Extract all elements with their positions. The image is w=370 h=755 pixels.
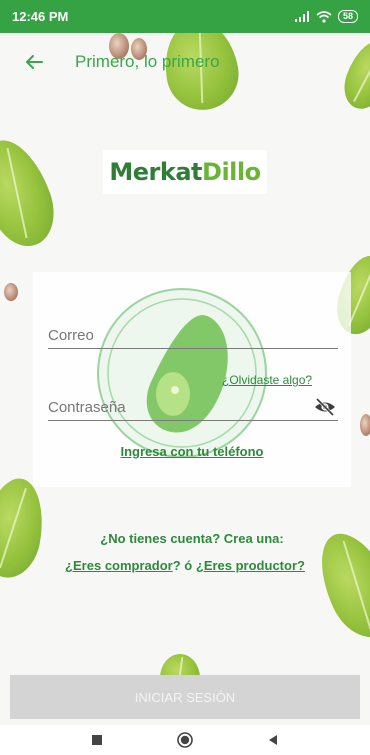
phone-login-row: Ingresa con tu teléfono — [0, 444, 370, 459]
signup-separator: ó — [184, 558, 193, 573]
background-seed — [4, 283, 18, 301]
logo-wordmark: MerkatDillo — [103, 150, 267, 194]
buyer-signup-link[interactable]: ¿Eres comprador — [65, 558, 173, 573]
password-input[interactable] — [48, 399, 338, 420]
password-field[interactable] — [48, 394, 338, 421]
background-seed — [360, 414, 370, 436]
buyer-label: comprador — [104, 558, 173, 573]
wifi-icon — [316, 10, 332, 23]
signup-options: ¿Eres comprador? ó ¿Eres productor? — [0, 558, 370, 573]
logo-text-merkat: Merkat — [109, 158, 203, 186]
recents-button[interactable] — [88, 731, 106, 749]
status-bar: 12:46 PM 58 — [0, 0, 370, 33]
navigation-bar — [0, 725, 370, 755]
producer-signup-link[interactable]: ¿Eres productor? — [196, 558, 305, 573]
login-screen: 12:46 PM 58 Primero, lo primero MerkatDi… — [0, 0, 370, 755]
eye-off-icon[interactable] — [314, 398, 336, 416]
phone-login-link[interactable]: Ingresa con tu teléfono — [120, 444, 263, 459]
square-icon — [92, 735, 102, 745]
signal-icon — [294, 10, 309, 22]
battery-icon: 58 — [337, 10, 358, 23]
login-button[interactable]: INICIAR SESIÓN — [10, 675, 360, 719]
app-bar: Primero, lo primero — [0, 33, 370, 91]
buyer-prefix: ¿Eres — [65, 558, 102, 573]
email-input[interactable] — [48, 327, 338, 348]
circle-icon — [177, 732, 193, 748]
back-nav-button[interactable] — [264, 731, 282, 749]
status-time: 12:46 PM — [12, 9, 69, 24]
triangle-left-icon — [269, 735, 277, 745]
buyer-suffix: ? — [172, 558, 181, 573]
app-logo: MerkatDillo — [0, 150, 370, 194]
status-icons: 58 — [294, 10, 358, 23]
signup-prompt: ¿No tienes cuenta? Crea una: — [100, 531, 284, 546]
forgot-password-link[interactable]: ¿Olvidaste algo? — [222, 373, 312, 387]
home-button[interactable] — [176, 731, 194, 749]
page-title: Primero, lo primero — [75, 52, 220, 71]
email-field[interactable] — [48, 322, 338, 349]
logo-text-dillo: Dillo — [202, 158, 261, 186]
back-button[interactable] — [22, 50, 46, 74]
arrow-left-icon — [26, 55, 43, 69]
